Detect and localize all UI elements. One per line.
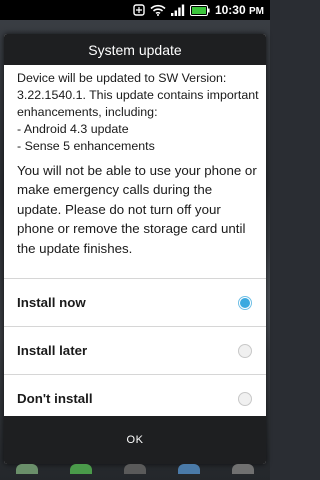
home-dock-hint bbox=[0, 464, 270, 480]
notification-icon bbox=[133, 4, 145, 16]
option-install-later[interactable]: Install later bbox=[4, 326, 266, 374]
option-install-now[interactable]: Install now bbox=[4, 278, 266, 326]
message-line: - Android 4.3 update bbox=[17, 122, 129, 136]
message-line: - Sense 5 enhancements bbox=[17, 139, 155, 153]
dock-app-icon bbox=[124, 464, 146, 474]
battery-icon bbox=[189, 4, 210, 16]
dialog-title: System update bbox=[4, 34, 266, 65]
dock-app-icon bbox=[232, 464, 254, 474]
wifi-icon bbox=[150, 4, 166, 16]
radio-button[interactable] bbox=[238, 343, 252, 358]
system-update-dialog: System update Device will be updated to … bbox=[4, 34, 266, 464]
radio-button[interactable] bbox=[238, 391, 252, 406]
message-line: 3.22.1540.1. This update contains import… bbox=[17, 88, 259, 102]
update-warning: You will not be able to use your phone o… bbox=[17, 163, 257, 256]
dock-app-icon bbox=[178, 464, 200, 474]
option-label: Install later bbox=[17, 343, 88, 358]
dialog-footer: OK bbox=[4, 416, 266, 464]
clock: 10:30 PM bbox=[214, 3, 264, 17]
option-label: Don't install bbox=[17, 391, 93, 406]
dock-app-icon bbox=[70, 464, 92, 474]
update-message: Device will be updated to SW Version: 3.… bbox=[4, 65, 266, 155]
message-line: Device will be updated to SW Version: bbox=[17, 71, 227, 85]
signal-icon bbox=[170, 4, 185, 16]
radio-button-selected[interactable] bbox=[238, 295, 252, 310]
status-bar: 10:30 PM bbox=[0, 0, 270, 20]
install-options: Install now Install later Don't install bbox=[4, 278, 266, 422]
option-label: Install now bbox=[17, 295, 86, 310]
message-line: enhancements, including: bbox=[17, 105, 158, 119]
dock-app-icon bbox=[16, 464, 38, 474]
ok-button[interactable]: OK bbox=[127, 434, 144, 446]
option-dont-install[interactable]: Don't install bbox=[4, 374, 266, 422]
radio-dot bbox=[240, 297, 250, 308]
